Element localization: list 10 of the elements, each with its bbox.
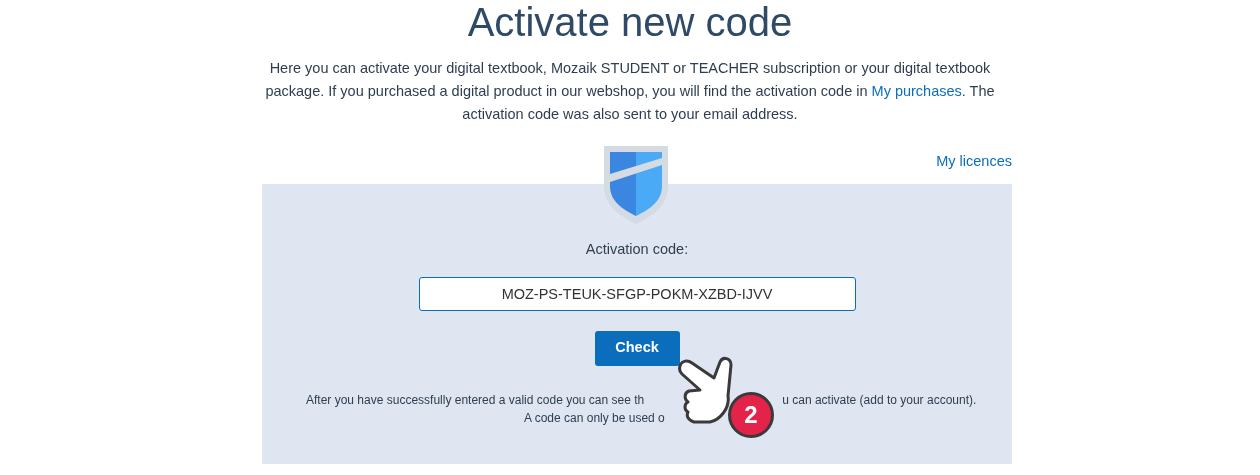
activation-code-field[interactable]: MOZ-PS-TEUK-SFGP-POKM-XZBD-IJVV bbox=[418, 276, 856, 311]
page-title: Activate new code bbox=[467, 0, 793, 44]
my-licences-link[interactable]: My licences bbox=[936, 151, 1012, 173]
note-text: A code can only be used o bbox=[524, 409, 665, 427]
my-purchases-link[interactable]: My purchases bbox=[871, 83, 962, 99]
note-text: u can activate (add to your account). bbox=[782, 391, 977, 409]
activation-code-label: Activation code: bbox=[585, 240, 689, 259]
check-button[interactable]: Check bbox=[594, 330, 680, 366]
note-text: After you have successfully entered a valid code you can see th bbox=[306, 391, 645, 409]
intro-paragraph: Here you can activate your digital textbook, Mozaik STUDENT or TEACHER subscription or your digital textbook package. If you purchased a digital product in our webshop, you will find the activation code in My purchases. The activation code was also sent to your email address. bbox=[264, 59, 996, 124]
